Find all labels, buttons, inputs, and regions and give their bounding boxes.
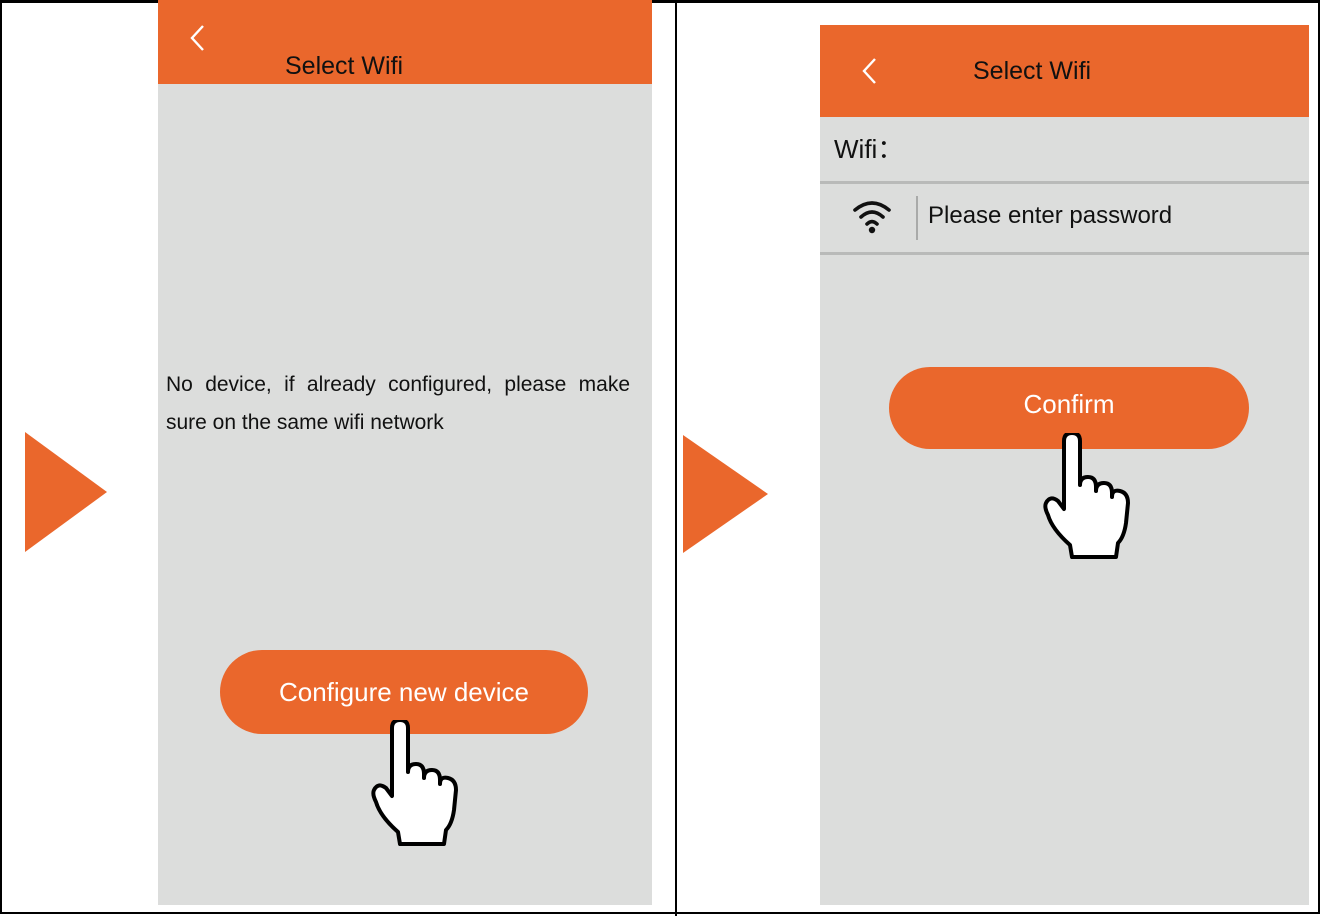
wifi-label: Wifi： xyxy=(834,134,904,164)
step-arrow-icon xyxy=(683,435,768,553)
chevron-left-icon[interactable] xyxy=(188,22,208,54)
step-arrow-icon xyxy=(25,432,107,552)
divider-line xyxy=(820,252,1309,255)
empty-state-message: No device, if already configured, please… xyxy=(166,373,630,434)
wifi-icon xyxy=(853,201,891,234)
page-title: Select Wifi xyxy=(973,57,1092,85)
page-title: Select Wifi xyxy=(285,52,404,80)
phone-screen-right: Select Wifi Wifi： Please enter password … xyxy=(820,25,1309,905)
confirm-button-label: Confirm xyxy=(1023,389,1115,419)
wifi-row: Wifi： xyxy=(820,117,1309,181)
phone-screen-left: Select Wifi No device, if already config… xyxy=(158,0,652,905)
pointing-hand-icon xyxy=(371,720,458,846)
header-bar: Select Wifi xyxy=(158,0,652,84)
password-input[interactable]: Please enter password xyxy=(928,202,1172,230)
chevron-left-icon[interactable] xyxy=(860,55,880,87)
input-separator xyxy=(916,196,918,240)
panel-divider xyxy=(675,0,677,916)
password-row[interactable]: Please enter password xyxy=(820,184,1309,250)
pointing-hand-icon xyxy=(1043,433,1130,559)
header-bar: Select Wifi xyxy=(820,25,1309,117)
